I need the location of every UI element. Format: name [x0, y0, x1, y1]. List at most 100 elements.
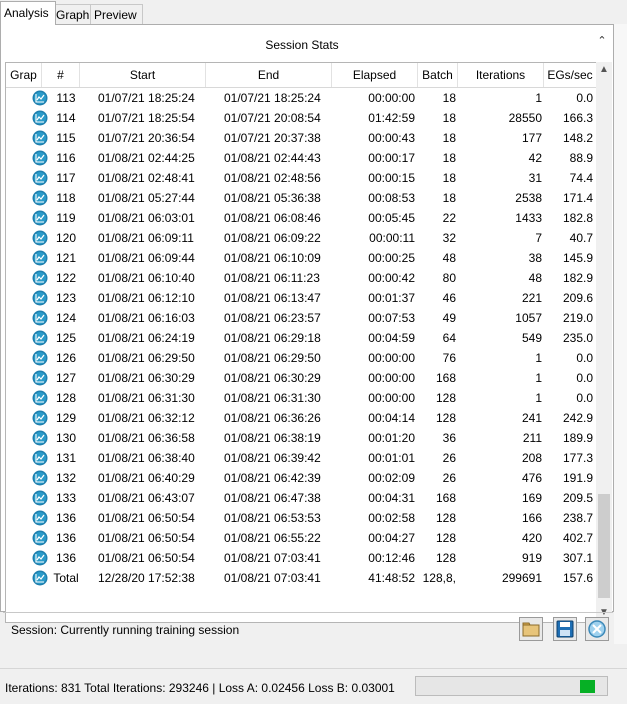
table-row[interactable]: 136 01/08/21 06:50:54 01/08/21 06:53:53 00:… — [6, 508, 596, 528]
col-header-elapsed[interactable]: Elapsed — [332, 63, 418, 87]
row-elapsed: 01:42:59 — [368, 111, 415, 125]
save-button[interactable] — [553, 617, 577, 641]
col-header-graph[interactable]: Grap — [6, 63, 42, 87]
graph-line-icon[interactable] — [32, 270, 48, 286]
table-row[interactable]: 133 01/08/21 06:43:07 01/08/21 06:47:38 00:… — [6, 488, 596, 508]
row-start: 01/08/21 02:48:41 — [98, 171, 195, 185]
row-number: 136 — [55, 511, 77, 525]
row-iterations: 221 — [521, 291, 542, 305]
row-end: 01/08/21 07:03:41 — [224, 551, 321, 565]
col-header-start[interactable]: Start — [80, 63, 206, 87]
table-row[interactable]: 116 01/08/21 02:44:25 01/08/21 02:44:43 00:… — [6, 148, 596, 168]
graph-line-icon[interactable] — [32, 130, 48, 146]
table-row[interactable]: 136 01/08/21 06:50:54 01/08/21 07:03:41 00:… — [6, 548, 596, 568]
graph-line-icon[interactable] — [32, 410, 48, 426]
row-end: 01/08/21 06:11:23 — [224, 271, 320, 285]
graph-line-icon[interactable] — [32, 210, 48, 226]
table-row[interactable]: 130 01/08/21 06:36:58 01/08/21 06:38:19 00:… — [6, 428, 596, 448]
table-row[interactable]: 121 01/08/21 06:09:44 01/08/21 06:10:09 00:… — [6, 248, 596, 268]
table-row[interactable]: 136 01/08/21 06:50:54 01/08/21 06:55:22 00:… — [6, 528, 596, 548]
table-row[interactable]: 129 01/08/21 06:32:12 01/08/21 06:36:26 00:… — [6, 408, 596, 428]
graph-line-icon[interactable] — [32, 370, 48, 386]
row-batch: 128 — [435, 531, 456, 545]
table-row-total[interactable]: Total 12/28/20 17:52:38 01/08/21 07:03:41 4… — [6, 568, 596, 588]
graph-line-icon[interactable] — [32, 570, 48, 586]
table-row[interactable]: 118 01/08/21 05:27:44 01/08/21 05:36:38 00:… — [6, 188, 596, 208]
row-egs-sec: 242.9 — [562, 411, 593, 425]
clear-button[interactable] — [585, 617, 609, 641]
row-batch: 18 — [442, 171, 456, 185]
row-iterations: 31 — [528, 171, 542, 185]
col-header-number[interactable]: # — [42, 63, 80, 87]
table-row[interactable]: 124 01/08/21 06:16:03 01/08/21 06:23:57 00:… — [6, 308, 596, 328]
col-header-end[interactable]: End — [206, 63, 332, 87]
graph-line-icon[interactable] — [32, 290, 48, 306]
row-elapsed: 00:04:14 — [368, 411, 415, 425]
row-iterations: 7 — [535, 231, 542, 245]
row-elapsed: 00:00:00 — [368, 351, 415, 365]
graph-line-icon[interactable] — [32, 230, 48, 246]
col-header-iterations[interactable]: Iterations — [458, 63, 544, 87]
scroll-up-icon[interactable]: ▲ — [596, 62, 612, 78]
table-row[interactable]: 117 01/08/21 02:48:41 01/08/21 02:48:56 00:… — [6, 168, 596, 188]
row-elapsed: 00:01:01 — [368, 451, 415, 465]
status-text: Iterations: 831 Total Iterations: 293246… — [5, 681, 395, 695]
graph-line-icon[interactable] — [32, 90, 48, 106]
row-batch: 128 — [435, 411, 456, 425]
graph-line-icon[interactable] — [32, 510, 48, 526]
row-end: 01/08/21 06:31:30 — [224, 391, 321, 405]
row-egs-sec: 182.8 — [562, 211, 593, 225]
row-batch: 80 — [442, 271, 456, 285]
collapse-up-icon[interactable]: ⌃ — [595, 34, 609, 48]
graph-line-icon[interactable] — [32, 110, 48, 126]
row-end: 01/08/21 06:38:19 — [224, 431, 321, 445]
tab-analysis[interactable]: Analysis — [0, 1, 56, 25]
graph-line-icon[interactable] — [32, 150, 48, 166]
col-header-egs-sec[interactable]: EGs/sec — [544, 63, 596, 87]
tab-preview[interactable]: Preview — [90, 4, 143, 25]
row-start: 01/07/21 18:25:24 — [98, 91, 195, 105]
col-header-batch[interactable]: Batch — [418, 63, 458, 87]
scroll-thumb[interactable] — [598, 494, 610, 598]
table-row[interactable]: 127 01/08/21 06:30:29 01/08/21 06:30:29 00:… — [6, 368, 596, 388]
table-row[interactable]: 126 01/08/21 06:29:50 01/08/21 06:29:50 00:… — [6, 348, 596, 368]
table-row[interactable]: 122 01/08/21 06:10:40 01/08/21 06:11:23 00:… — [6, 268, 596, 288]
graph-line-icon[interactable] — [32, 530, 48, 546]
graph-line-icon[interactable] — [32, 190, 48, 206]
row-egs-sec: 148.2 — [562, 131, 593, 145]
table-row[interactable]: 120 01/08/21 06:09:11 01/08/21 06:09:22 00:… — [6, 228, 596, 248]
table-row[interactable]: 113 01/07/21 18:25:24 01/07/21 18:25:24 00:… — [6, 88, 596, 108]
table-row[interactable]: 123 01/08/21 06:12:10 01/08/21 06:13:47 00:… — [6, 288, 596, 308]
table-row[interactable]: 119 01/08/21 06:03:01 01/08/21 06:08:46 00:… — [6, 208, 596, 228]
graph-line-icon[interactable] — [32, 470, 48, 486]
row-number: 123 — [55, 291, 77, 305]
table-row[interactable]: 128 01/08/21 06:31:30 01/08/21 06:31:30 00:… — [6, 388, 596, 408]
graph-line-icon[interactable] — [32, 550, 48, 566]
vertical-scrollbar[interactable]: ▲ ▼ — [596, 62, 612, 621]
row-start: 01/08/21 06:29:50 — [98, 351, 195, 365]
graph-line-icon[interactable] — [32, 330, 48, 346]
row-end: 01/08/21 06:29:50 — [224, 351, 321, 365]
graph-line-icon[interactable] — [32, 250, 48, 266]
graph-line-icon[interactable] — [32, 450, 48, 466]
table-row[interactable]: 115 01/07/21 20:36:54 01/07/21 20:37:38 00:… — [6, 128, 596, 148]
row-egs-sec: 238.7 — [562, 511, 593, 525]
table-row[interactable]: 131 01/08/21 06:38:40 01/08/21 06:39:42 00:… — [6, 448, 596, 468]
row-elapsed: 00:08:53 — [368, 191, 415, 205]
graph-line-icon[interactable] — [32, 170, 48, 186]
graph-line-icon[interactable] — [32, 350, 48, 366]
tab-graph[interactable]: Graph — [52, 4, 95, 25]
table-row[interactable]: 114 01/07/21 18:25:54 01/07/21 20:08:54 01:… — [6, 108, 596, 128]
graph-line-icon[interactable] — [32, 390, 48, 406]
clear-icon — [588, 620, 606, 638]
activity-indicator — [580, 680, 595, 693]
row-number: 132 — [55, 471, 77, 485]
graph-line-icon[interactable] — [32, 310, 48, 326]
open-folder-button[interactable] — [519, 617, 543, 641]
graph-line-icon[interactable] — [32, 490, 48, 506]
table-row[interactable]: 132 01/08/21 06:40:29 01/08/21 06:42:39 00:… — [6, 468, 596, 488]
table-row[interactable]: 125 01/08/21 06:24:19 01/08/21 06:29:18 00:… — [6, 328, 596, 348]
row-start: 01/07/21 20:36:54 — [98, 131, 195, 145]
graph-line-icon[interactable] — [32, 430, 48, 446]
row-end: 01/08/21 06:47:38 — [224, 491, 321, 505]
